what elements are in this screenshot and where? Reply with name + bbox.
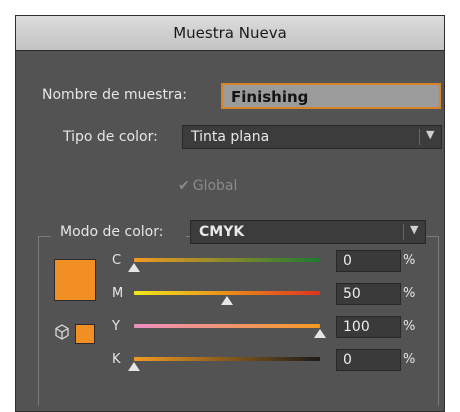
select-separator (403, 224, 404, 240)
channel-label-c: C (112, 253, 122, 268)
channel-slider-track-k[interactable] (134, 357, 320, 361)
select-separator (419, 129, 420, 145)
global-label: Global (192, 178, 238, 194)
channel-slider-track-m[interactable] (134, 291, 320, 295)
color-mode-label: Modo de color: (60, 224, 164, 240)
channel-slider-thumb-k[interactable] (128, 362, 140, 371)
percent-unit-label: % (403, 253, 416, 268)
dialog-title: Muestra Nueva (173, 24, 287, 42)
checkmark-icon: ✔ (178, 178, 190, 194)
color-type-select[interactable]: Tinta plana ▼ (182, 125, 442, 149)
color-preview-swatch (54, 259, 96, 301)
out-of-gamut-cube-icon[interactable] (54, 324, 70, 340)
new-swatch-dialog: Muestra Nueva Nombre de muestra: Finishi… (15, 15, 445, 412)
channel-slider-thumb-y[interactable] (314, 329, 326, 338)
color-type-label: Tipo de color: (63, 129, 158, 145)
channel-label-m: M (112, 286, 124, 301)
chevron-down-icon: ▼ (410, 223, 419, 236)
dialog-titlebar[interactable]: Muestra Nueva (16, 16, 444, 51)
channel-value-input-k[interactable]: 0 (336, 349, 401, 371)
percent-unit-label: % (403, 319, 416, 334)
channel-label-k: K (112, 352, 121, 367)
color-type-value: Tinta plana (191, 129, 270, 145)
global-checkbox[interactable]: ✔ Global (178, 178, 237, 194)
color-mode-select[interactable]: CMYK ▼ (190, 220, 426, 244)
percent-unit-label: % (403, 352, 416, 367)
gamut-warning-swatch[interactable] (75, 324, 95, 344)
channel-value-input-c[interactable]: 0 (336, 250, 401, 272)
chevron-down-icon: ▼ (426, 128, 435, 141)
swatch-name-input[interactable]: Finishing (221, 83, 441, 109)
color-mode-value: CMYK (199, 224, 245, 240)
swatch-name-label: Nombre de muestra: (42, 87, 187, 103)
channel-value-input-m[interactable]: 50 (336, 283, 401, 305)
percent-unit-label: % (403, 286, 416, 301)
channel-label-y: Y (112, 319, 120, 334)
channel-slider-track-c[interactable] (134, 258, 320, 262)
channel-slider-track-y[interactable] (134, 324, 320, 328)
channel-slider-thumb-m[interactable] (221, 296, 233, 305)
channel-slider-thumb-c[interactable] (128, 263, 140, 272)
channel-value-input-y[interactable]: 100 (336, 316, 401, 338)
